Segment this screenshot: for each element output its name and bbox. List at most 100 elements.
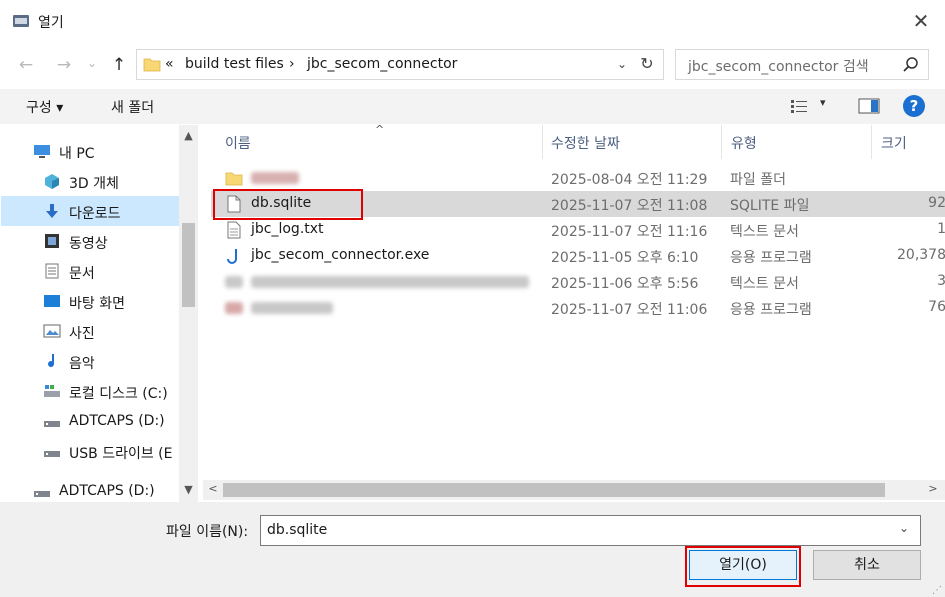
redacted-name — [251, 172, 299, 184]
picture-icon — [43, 324, 61, 338]
sidebar-item-downloads[interactable]: 다운로드 — [1, 196, 179, 226]
sidebar-item-documents[interactable]: 문서 — [1, 256, 179, 286]
title-bar: 열기 ✕ — [0, 0, 945, 42]
column-header-type[interactable]: 유형 — [731, 133, 757, 153]
search-icon[interactable] — [902, 56, 920, 74]
column-header-size[interactable]: 크기 — [881, 133, 907, 153]
sidebar-item-3d-objects[interactable]: 3D 개체 — [1, 166, 179, 196]
file-name: jbc_secom_connector.exe — [251, 247, 430, 263]
navigation-pane: 내 PC 3D 개체 다운로드 동영상 문서 바탕 화면 사진 음악 로컬 디스… — [1, 125, 201, 502]
scroll-down-icon[interactable]: ▼ — [179, 483, 198, 496]
sidebar-item-label: 사진 — [69, 326, 95, 342]
chevron-down-icon[interactable]: ⌄ — [611, 53, 633, 75]
preview-pane-icon[interactable] — [858, 98, 880, 114]
sidebar-scrollbar[interactable]: ▲ ▼ — [179, 125, 198, 502]
highlight-annotation — [685, 546, 801, 587]
forward-button[interactable]: → — [51, 52, 77, 78]
sidebar-item-label: 내 PC — [59, 146, 95, 162]
organize-button[interactable]: 구성 ▾ — [26, 97, 63, 117]
sidebar-item-this-pc[interactable]: 내 PC — [1, 136, 179, 166]
file-row[interactable]: jbc_log.txt 2025-11-07 오전 11:16 텍스트 문서 1 — [211, 217, 945, 243]
file-date: 2025-11-05 오후 6:10 — [551, 250, 699, 266]
local-disk-icon — [44, 385, 60, 397]
download-icon — [46, 204, 58, 218]
redacted-name — [251, 276, 529, 288]
file-name: jbc_log.txt — [251, 221, 324, 237]
music-icon — [48, 354, 55, 368]
file-type: 텍스트 문서 — [730, 224, 799, 240]
breadcrumb-item[interactable]: build test files — [185, 56, 284, 72]
sidebar-item-local-disk[interactable]: 로컬 디스크 (C:) — [1, 376, 179, 406]
file-row[interactable]: 2025-08-04 오전 11:29 파일 폴더 — [211, 165, 945, 191]
search-box[interactable]: jbc_secom_connector 검색 — [675, 49, 929, 80]
column-header-name[interactable]: 이름 — [225, 133, 251, 153]
refresh-icon[interactable]: ↻ — [635, 52, 659, 76]
breadcrumb-item[interactable]: jbc_secom_connector — [307, 56, 457, 72]
file-row[interactable]: jbc_secom_connector.exe 2025-11-05 오후 6:… — [211, 243, 945, 269]
pc-icon — [34, 145, 50, 158]
redacted-icon — [225, 302, 243, 314]
horizontal-scrollbar[interactable]: < > — [203, 480, 945, 500]
sidebar-item-videos[interactable]: 동영상 — [1, 226, 179, 256]
scrollbar-thumb[interactable] — [182, 223, 195, 307]
file-size: 20,378 — [897, 247, 945, 263]
chevron-down-icon[interactable]: ▾ — [820, 96, 826, 109]
sidebar-item-label: 문서 — [69, 266, 95, 282]
sort-ascending-icon: ^ — [375, 125, 385, 136]
file-row[interactable]: 2025-11-06 오후 5:56 텍스트 문서 3 — [211, 269, 945, 295]
column-divider[interactable] — [721, 125, 722, 159]
exe-icon — [227, 249, 237, 264]
scroll-left-icon[interactable]: < — [205, 482, 221, 495]
file-size: 76 — [928, 299, 945, 315]
recent-locations-button[interactable]: ⌄ — [82, 50, 102, 76]
chevron-down-icon[interactable]: ⌄ — [899, 521, 909, 535]
sidebar-item-usb-drive[interactable]: USB 드라이브 (E — [1, 436, 179, 466]
file-type: SQLITE 파일 — [730, 198, 810, 214]
file-size: 3 — [937, 273, 945, 289]
help-icon[interactable]: ? — [903, 95, 925, 117]
filename-field[interactable]: db.sqlite ⌄ — [260, 515, 921, 546]
close-icon[interactable]: ✕ — [906, 10, 936, 34]
address-bar[interactable]: « build test files › jbc_secom_connector… — [136, 49, 664, 80]
sidebar-item-pictures[interactable]: 사진 — [1, 316, 179, 346]
redacted-name — [251, 302, 333, 314]
app-icon — [13, 15, 29, 27]
video-icon — [45, 234, 59, 248]
file-date: 2025-11-07 오전 11:08 — [551, 198, 708, 214]
filename-value[interactable]: db.sqlite — [267, 522, 327, 538]
scroll-right-icon[interactable]: > — [925, 482, 941, 495]
up-button[interactable]: ↑ — [106, 52, 132, 78]
sidebar-item-adtcaps-drive[interactable]: ADTCAPS (D:) — [1, 406, 179, 436]
file-type: 텍스트 문서 — [730, 276, 799, 292]
sidebar-item-label: 바탕 화면 — [69, 296, 125, 312]
column-divider[interactable] — [542, 125, 543, 159]
breadcrumb-separator[interactable]: › — [289, 56, 295, 72]
column-divider[interactable] — [871, 125, 872, 159]
file-row[interactable]: 2025-11-07 오전 11:06 응용 프로그램 76 — [211, 295, 945, 321]
column-header-date[interactable]: 수정한 날짜 — [551, 133, 620, 153]
sidebar-item-label: 음악 — [69, 356, 95, 372]
scroll-up-icon[interactable]: ▲ — [179, 129, 198, 142]
dialog-footer: 파일 이름(N): db.sqlite ⌄ 열기(O) 취소 — [0, 502, 945, 597]
window-title: 열기 — [38, 15, 64, 31]
scrollbar-thumb[interactable] — [223, 483, 885, 497]
desktop-icon — [44, 295, 60, 307]
drive-icon — [34, 491, 50, 497]
text-file-icon — [227, 221, 241, 239]
sidebar-item-label: 동영상 — [69, 236, 108, 252]
file-type: 응용 프로그램 — [730, 302, 812, 318]
new-folder-button[interactable]: 새 폴더 — [111, 97, 154, 117]
view-options-icon[interactable] — [790, 98, 808, 114]
folder-icon — [225, 172, 243, 186]
file-date: 2025-11-07 오전 11:06 — [551, 302, 708, 318]
sidebar-item-music[interactable]: 음악 — [1, 346, 179, 376]
resize-grip-icon[interactable]: ⋰ — [932, 585, 942, 596]
sidebar-item-label: 3D 개체 — [69, 176, 119, 192]
file-date: 2025-11-06 오후 5:56 — [551, 276, 699, 292]
breadcrumb-prefix[interactable]: « — [165, 56, 174, 72]
cancel-button[interactable]: 취소 — [813, 550, 921, 580]
file-date: 2025-08-04 오전 11:29 — [551, 172, 708, 188]
search-input[interactable]: jbc_secom_connector 검색 — [688, 56, 869, 76]
sidebar-item-desktop[interactable]: 바탕 화면 — [1, 286, 179, 316]
back-button[interactable]: ← — [13, 52, 39, 78]
